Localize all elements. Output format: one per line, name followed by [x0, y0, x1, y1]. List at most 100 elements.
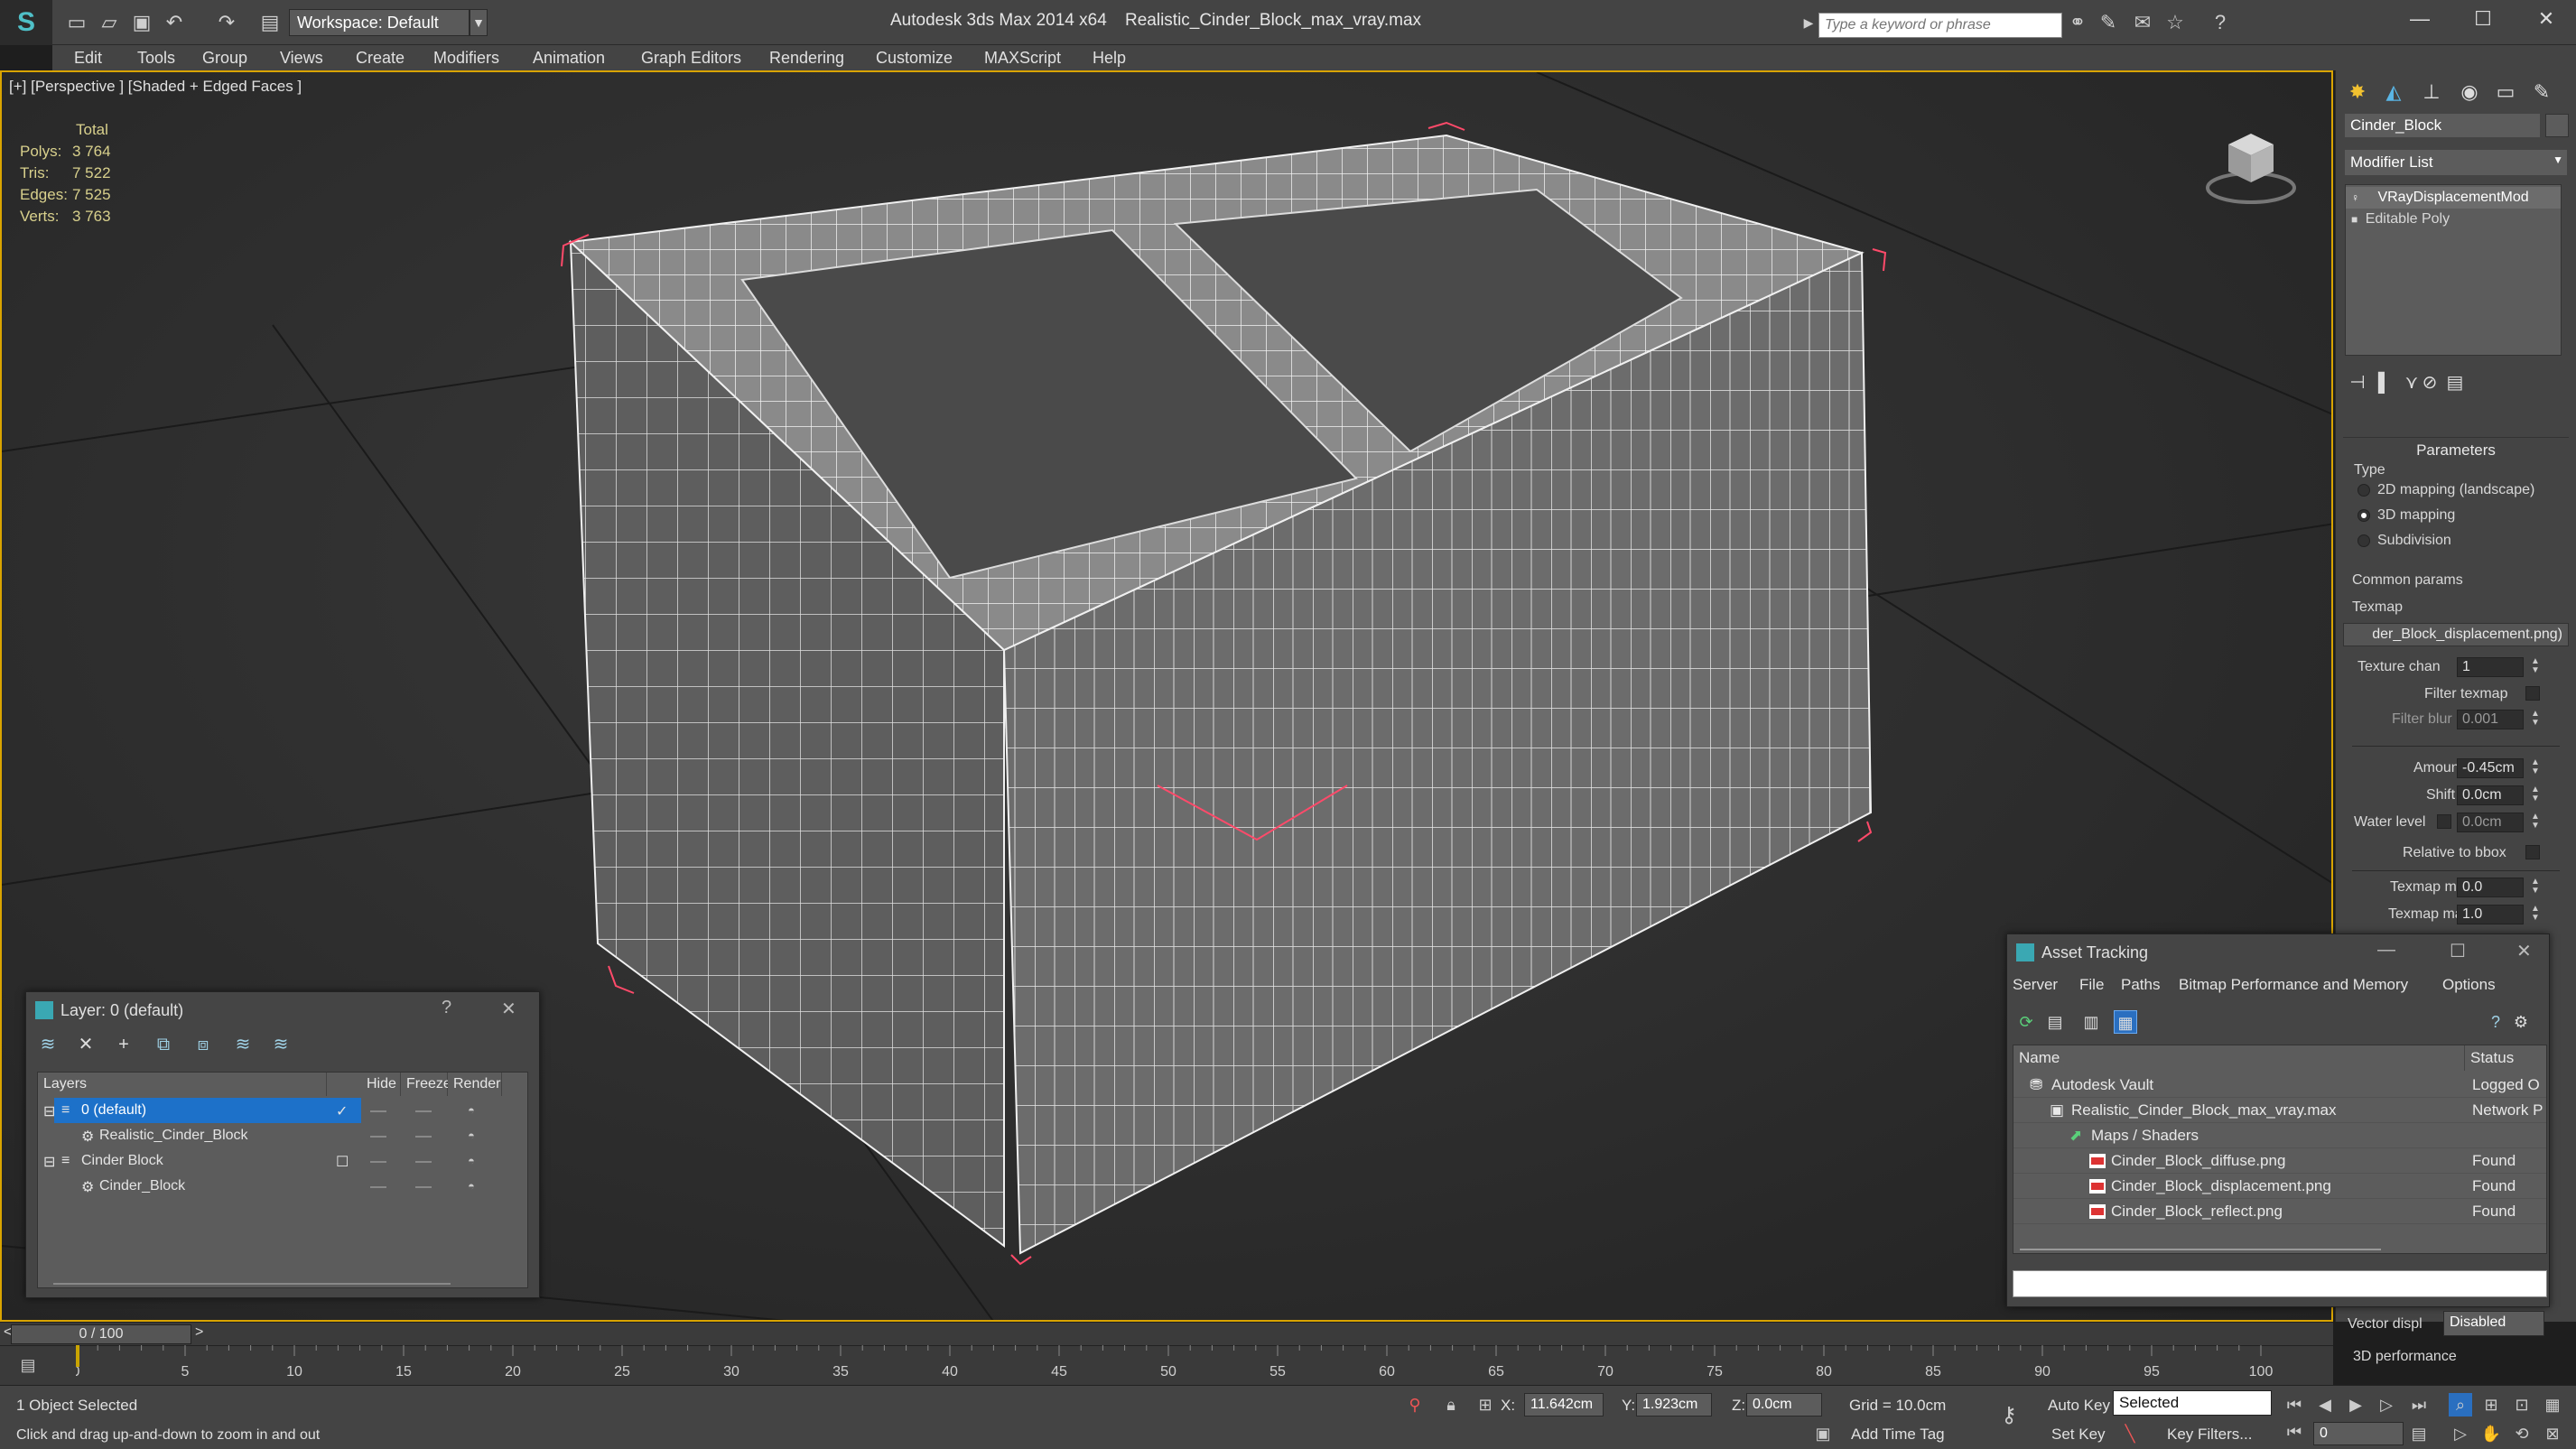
- search-expand-icon[interactable]: ▶: [1797, 11, 1820, 34]
- radio-2d-mapping[interactable]: [2357, 484, 2370, 497]
- key-mode-icon[interactable]: ⏮: [2283, 1420, 2306, 1444]
- layer-settings-icon[interactable]: ≋: [35, 1032, 60, 1057]
- asset-path-field[interactable]: [2013, 1270, 2547, 1297]
- current-layer-checkbox-icon[interactable]: ☐: [336, 1153, 349, 1171]
- hide-toggle[interactable]: [370, 1186, 386, 1188]
- 3d-performance-rollout[interactable]: 3D performance: [2353, 1349, 2457, 1365]
- hide-all-layers-icon[interactable]: ≋: [230, 1032, 256, 1057]
- layer-row[interactable]: ⚙ Cinder_Block ◓: [38, 1174, 527, 1199]
- go-to-start-icon[interactable]: ⏮: [2283, 1393, 2306, 1416]
- help-icon[interactable]: ?: [2209, 11, 2232, 34]
- current-frame-marker[interactable]: [76, 1345, 79, 1367]
- menu-views[interactable]: Views: [280, 49, 323, 68]
- menu-modifiers[interactable]: Modifiers: [433, 49, 499, 68]
- texmap-button[interactable]: der_Block_displacement.png): [2343, 623, 2569, 646]
- amount-field[interactable]: -0.45cm: [2457, 758, 2524, 778]
- hide-toggle[interactable]: [370, 1110, 386, 1112]
- column-render[interactable]: Render: [448, 1073, 502, 1096]
- relative-bbox-checkbox[interactable]: [2525, 845, 2540, 859]
- x-coordinate-field[interactable]: 11.642cm: [1524, 1393, 1604, 1416]
- cinder-block-mesh[interactable]: [561, 121, 1887, 1266]
- previous-frame-icon[interactable]: ◀: [2313, 1393, 2337, 1416]
- amount-spinner-icon[interactable]: ▲ ▼: [2531, 758, 2540, 778]
- viewport-label[interactable]: [+] [Perspective ] [Shaded + Edged Faces…: [9, 78, 302, 96]
- mini-curve-editor-icon[interactable]: ▤: [16, 1353, 40, 1377]
- next-frame-icon[interactable]: ▷: [2375, 1393, 2398, 1416]
- water-level-field[interactable]: 0.0cm: [2457, 813, 2524, 832]
- asset-row[interactable]: ▣ Realistic_Cinder_Block_max_vray.max Ne…: [2013, 1098, 2546, 1123]
- hide-toggle[interactable]: [370, 1136, 386, 1138]
- menu-graph-editors[interactable]: Graph Editors: [641, 49, 741, 68]
- app-logo-button[interactable]: S: [0, 0, 52, 45]
- texmap-max-field[interactable]: 1.0: [2457, 905, 2524, 924]
- asset-row[interactable]: Cinder_Block_diffuse.png Found: [2013, 1148, 2546, 1174]
- pan-view-icon[interactable]: ✋: [2479, 1422, 2503, 1445]
- timeline-ruler[interactable]: 0510152025303540455055606570758085909510…: [76, 1345, 2279, 1385]
- close-icon[interactable]: ✕: [2528, 5, 2564, 33]
- y-coordinate-field[interactable]: 1.923cm: [1636, 1393, 1712, 1416]
- viewcube-icon[interactable]: [2201, 117, 2301, 208]
- field-of-view-icon[interactable]: ▷: [2449, 1422, 2472, 1445]
- delete-layer-icon[interactable]: ✕: [73, 1032, 98, 1057]
- menu-maxscript[interactable]: MAXScript: [984, 49, 1061, 68]
- horizontal-scrollbar[interactable]: [53, 1283, 451, 1285]
- key-icon[interactable]: ⚷: [1997, 1404, 2021, 1427]
- workspace-dropdown-icon[interactable]: ▼: [470, 9, 488, 36]
- horizontal-scrollbar[interactable]: [2020, 1249, 2381, 1250]
- parameters-rollout-header[interactable]: Parameters: [2343, 437, 2569, 460]
- stack-item-editable-poly[interactable]: ■ Editable Poly: [2346, 209, 2561, 230]
- close-icon[interactable]: ✕: [501, 998, 516, 1020]
- column-hide[interactable]: Hide: [361, 1073, 401, 1096]
- texture-chan-field[interactable]: 1: [2457, 657, 2524, 677]
- zoom-extents-icon[interactable]: ⊡: [2510, 1393, 2534, 1416]
- hierarchy-tab-icon[interactable]: ⊥: [2415, 76, 2448, 108]
- time-config-icon[interactable]: ▤: [2407, 1422, 2431, 1445]
- vector-displ-dropdown[interactable]: Disabled: [2443, 1311, 2544, 1336]
- menu-edit[interactable]: Edit: [74, 49, 102, 68]
- detail-view-icon[interactable]: ▥: [2079, 1010, 2103, 1034]
- key-filters-button[interactable]: Key Filters...: [2167, 1426, 2252, 1444]
- set-key-filter-icon[interactable]: ╲: [2118, 1422, 2142, 1445]
- collapse-icon[interactable]: ⊟: [43, 1102, 55, 1120]
- workspace-select[interactable]: Workspace: Default: [289, 9, 470, 36]
- collapse-icon[interactable]: ⊟: [43, 1153, 55, 1171]
- object-name-field[interactable]: Cinder_Block: [2345, 114, 2540, 137]
- asset-row[interactable]: Cinder_Block_reflect.png Found: [2013, 1199, 2546, 1224]
- menu-animation[interactable]: Animation: [533, 49, 605, 68]
- column-layers[interactable]: Layers: [38, 1073, 327, 1096]
- maximize-icon[interactable]: ☐: [2465, 5, 2501, 33]
- project-folder-icon[interactable]: ▤: [258, 11, 282, 34]
- communication-icon[interactable]: ✉: [2131, 11, 2154, 34]
- select-in-layer-icon[interactable]: ⧉: [151, 1032, 176, 1057]
- table-view-icon[interactable]: ▦: [2114, 1010, 2137, 1034]
- minimize-icon[interactable]: —: [2377, 940, 2395, 961]
- freeze-toggle[interactable]: [415, 1186, 432, 1188]
- column-freeze[interactable]: Freeze: [401, 1073, 451, 1096]
- menu-tools[interactable]: Tools: [137, 49, 175, 68]
- zoom-all-icon[interactable]: ⊞: [2479, 1393, 2503, 1416]
- texture-chan-spinner-icon[interactable]: ▲ ▼: [2531, 657, 2540, 677]
- render-teapot-icon[interactable]: ◓: [468, 1180, 482, 1192]
- render-teapot-icon[interactable]: ◓: [468, 1155, 482, 1166]
- time-next-button[interactable]: >: [195, 1324, 203, 1341]
- help-icon[interactable]: ?: [442, 998, 451, 1018]
- water-level-checkbox[interactable]: [2437, 814, 2451, 829]
- list-view-icon[interactable]: ▤: [2043, 1010, 2067, 1034]
- render-teapot-icon[interactable]: ◓: [468, 1104, 482, 1116]
- asset-row[interactable]: Cinder_Block_displacement.png Found: [2013, 1174, 2546, 1199]
- menu-group[interactable]: Group: [202, 49, 247, 68]
- shift-field[interactable]: 0.0cm: [2457, 785, 2524, 805]
- current-layer-check-icon[interactable]: ✓: [336, 1102, 348, 1120]
- freeze-all-layers-icon[interactable]: ≋: [268, 1032, 293, 1057]
- time-slider[interactable]: < 0 / 100 >: [0, 1322, 2333, 1345]
- save-file-icon[interactable]: ▣: [130, 11, 153, 34]
- asset-settings-icon[interactable]: ⚙: [2509, 1010, 2533, 1034]
- layer-row[interactable]: ⚙ Realistic_Cinder_Block ◓: [38, 1123, 527, 1148]
- texmap-min-spinner-icon[interactable]: ▲ ▼: [2531, 878, 2540, 897]
- freeze-toggle[interactable]: [415, 1110, 432, 1112]
- render-teapot-icon[interactable]: ◓: [468, 1129, 482, 1141]
- water-level-spinner-icon[interactable]: ▲ ▼: [2531, 813, 2540, 832]
- orbit-icon[interactable]: ⟲: [2510, 1422, 2534, 1445]
- asset-menu-bitmap-performance[interactable]: Bitmap Performance and Memory: [2179, 976, 2408, 994]
- auto-key-button[interactable]: Auto Key: [2048, 1397, 2110, 1415]
